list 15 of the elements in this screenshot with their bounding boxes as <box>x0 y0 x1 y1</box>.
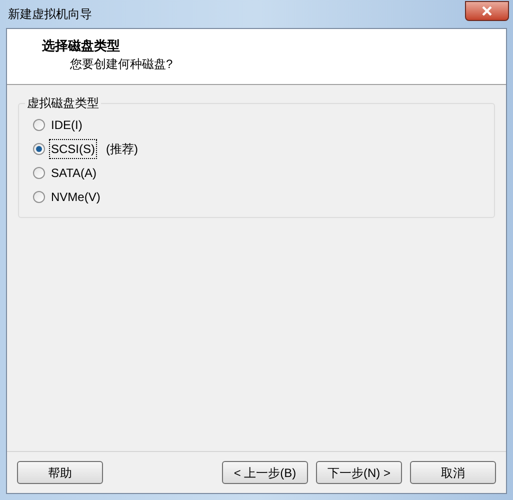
close-icon <box>482 6 492 16</box>
radio-option[interactable]: SATA(A) <box>33 164 98 182</box>
dialog-button[interactable]: 下一步(N) > <box>316 461 402 484</box>
dialog-button[interactable]: 帮助 <box>17 461 103 484</box>
dialog-button[interactable]: < 上一步(B) <box>222 461 308 484</box>
page-title: 选择磁盘类型 <box>42 37 121 55</box>
radio-option[interactable]: NVMe(V) <box>33 188 102 206</box>
recommended-note: (推荐) <box>105 141 138 158</box>
window-title: 新建虚拟机向导 <box>7 6 92 23</box>
page-subtitle: 您要创建何种磁盘? <box>69 56 174 73</box>
close-button[interactable] <box>465 1 509 21</box>
radio-option[interactable]: IDE(I) <box>33 116 84 134</box>
dialog-button[interactable]: 取消 <box>410 461 496 484</box>
radio-option[interactable]: SCSI(S) <box>33 140 96 158</box>
group-title: 虚拟磁盘类型 <box>25 95 101 111</box>
